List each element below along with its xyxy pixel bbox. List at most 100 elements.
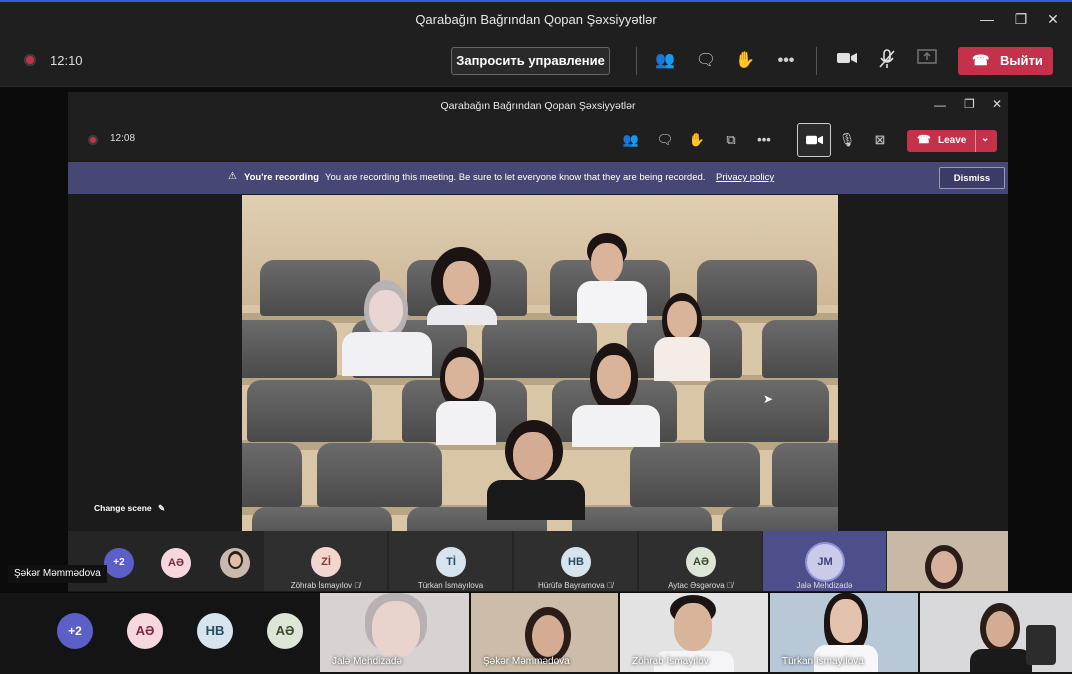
participant-name: Zöhrab İsmayılov 🎙̸ xyxy=(290,581,361,590)
change-scene-label: Change scene xyxy=(94,503,152,513)
inner-raise-hand-icon[interactable]: ✋ xyxy=(684,128,710,152)
inner-recording-dot-icon xyxy=(88,135,98,145)
video-tile[interactable]: Jalə Mehdizadə xyxy=(320,593,469,672)
seat xyxy=(242,320,337,378)
seat xyxy=(704,380,829,442)
leave-button-label: Выйти xyxy=(1000,53,1043,68)
inner-leave-button[interactable]: ☎ Leave ⌄ xyxy=(907,130,997,152)
inner-camera-icon xyxy=(806,135,823,145)
hang-up-icon: ☎ xyxy=(972,52,990,68)
self-video-tile[interactable] xyxy=(887,531,1008,591)
seat xyxy=(242,443,302,507)
participant-tile-active-speaker[interactable]: JM Jalə Mehdizadə xyxy=(763,531,886,591)
participant-initials: Zİ xyxy=(311,547,341,577)
more-options-icon[interactable]: ••• xyxy=(773,49,799,73)
inner-leave-label: Leave xyxy=(938,135,967,146)
participant-name-tooltip: Şəkər Məmmədova xyxy=(8,565,107,583)
seat xyxy=(762,320,838,378)
raise-hand-icon[interactable]: ✋ xyxy=(732,49,758,73)
leave-button[interactable]: ☎ Выйти xyxy=(958,47,1053,75)
overflow-participants-button[interactable]: +2 xyxy=(57,613,93,649)
video-tile-name: Zöhrab İsmayılov xyxy=(632,656,709,667)
chat-icon[interactable]: 🗨 xyxy=(693,49,719,73)
inner-close-icon[interactable]: ✕ xyxy=(992,97,1002,111)
inner-restore-icon[interactable]: ❐ xyxy=(964,97,975,111)
recording-banner: ⚠ You're recording You are recording thi… xyxy=(68,162,1008,194)
overflow-participants-button[interactable]: +2 xyxy=(104,548,134,578)
leave-split-divider xyxy=(975,130,976,152)
participant-avatar: AƏ xyxy=(161,548,191,578)
seat xyxy=(247,380,372,442)
recording-banner-message: You are recording this meeting. Be sure … xyxy=(325,172,706,183)
privacy-policy-link[interactable]: Privacy policy xyxy=(716,172,774,183)
toolbar-divider xyxy=(636,47,637,75)
recording-banner-title: You're recording xyxy=(244,172,319,183)
participant-avatar: HB xyxy=(197,613,233,649)
inner-share-tray-icon[interactable]: ⊠ xyxy=(867,128,893,152)
inner-meeting-toolbar: 12:08 👥 🗨 ✋ ⧉ ••• 🎙 ⊠ ☎ Leave ⌄ xyxy=(68,120,1008,160)
recording-dot-icon xyxy=(24,54,36,66)
participant-initials: HB xyxy=(561,547,591,577)
warning-icon: ⚠ xyxy=(228,171,237,182)
share-screen-icon[interactable] xyxy=(914,49,940,73)
participant-photo-avatar xyxy=(220,548,250,578)
request-control-button[interactable]: Запросить управление xyxy=(451,47,610,75)
seat xyxy=(572,507,712,531)
participants-icon[interactable]: 👥 xyxy=(652,49,678,73)
participant-name: Jalə Mehdizadə xyxy=(796,581,853,590)
meeting-timer: 12:10 xyxy=(50,53,83,68)
seat xyxy=(722,507,838,531)
inner-more-options-icon[interactable]: ••• xyxy=(751,128,777,152)
leave-dropdown-chevron-icon[interactable]: ⌄ xyxy=(981,133,989,144)
participant-gallery-strip: +2 AƏ Zİ Zöhrab İsmayılov 🎙̸ Tİ Türkan İ… xyxy=(68,531,1008,591)
inner-rooms-icon[interactable]: ⧉ xyxy=(718,128,744,152)
video-tile[interactable]: Zöhrab İsmayılov xyxy=(620,593,768,672)
participant-initials: AƏ xyxy=(686,547,716,577)
participant-tile[interactable]: Tİ Türkan İsmayılova xyxy=(389,531,512,591)
restore-icon[interactable]: ❐ xyxy=(1006,8,1036,30)
camera-icon[interactable] xyxy=(834,49,860,73)
inner-mic-icon[interactable]: 🎙 xyxy=(834,128,860,152)
seat xyxy=(482,320,597,378)
participant-initials: Tİ xyxy=(436,547,466,577)
outer-video-strip: +2 AƏ HB AƏ Jalə Mehdizadə Şəkər Məmmədo… xyxy=(0,593,1072,674)
outer-window-title: Qarabağın Bağrından Qopan Şəxsiyyətlər xyxy=(415,12,657,27)
participant-tile[interactable]: AƏ Aytac Əsgərova 🎙̸ xyxy=(639,531,762,591)
video-tile-name: Jalə Mehdizadə xyxy=(332,656,403,667)
minimize-icon[interactable]: — xyxy=(972,8,1002,30)
participant-initials: JM xyxy=(807,544,843,580)
inner-title-bar: Qarabağın Bağrından Qopan Şəxsiyyətlər —… xyxy=(68,92,1008,120)
video-tile[interactable]: Şəkər Məmmədova xyxy=(471,593,618,672)
outer-meeting-toolbar: 12:10 Запросить управление 👥 🗨 ✋ ••• ☎ В… xyxy=(0,36,1072,87)
seat xyxy=(772,443,838,507)
seat xyxy=(260,260,380,316)
seat xyxy=(317,443,442,507)
mic-muted-icon: 🎙̸ xyxy=(354,581,361,590)
participant-name: Türkan İsmayılova xyxy=(417,581,484,590)
video-tile-name: Türkan İsmayılova xyxy=(782,656,864,667)
mic-muted-icon: 🎙̸ xyxy=(726,581,733,590)
inner-window-title: Qarabağın Bağrından Qopan Şəxsiyyətlər xyxy=(440,100,636,112)
inner-participants-icon[interactable]: 👥 xyxy=(618,128,644,152)
inner-chat-icon[interactable]: 🗨 xyxy=(652,128,678,152)
seat xyxy=(252,507,392,531)
video-tile[interactable]: Türkan İsmayılova xyxy=(770,593,918,672)
participant-tile[interactable]: HB Hürüfə Bayramova 🎙̸ xyxy=(514,531,637,591)
change-scene-button[interactable]: Change scene ✎ xyxy=(94,503,165,514)
inner-camera-button[interactable] xyxy=(797,123,831,157)
inner-meeting-timer: 12:08 xyxy=(110,133,136,144)
mic-muted-icon[interactable] xyxy=(874,49,900,73)
dismiss-button[interactable]: Dismiss xyxy=(939,167,1005,189)
video-tile[interactable] xyxy=(920,593,1072,672)
seat xyxy=(630,443,760,507)
close-icon[interactable]: ✕ xyxy=(1038,8,1068,30)
participant-avatar: AƏ xyxy=(267,613,303,649)
participant-name: Hürüfə Bayramova 🎙̸ xyxy=(538,581,613,590)
together-mode-scene xyxy=(242,195,838,531)
pencil-icon: ✎ xyxy=(158,503,166,513)
outer-title-bar: Qarabağın Bağrından Qopan Şəxsiyyətlər —… xyxy=(0,0,1072,36)
participant-tile[interactable]: Zİ Zöhrab İsmayılov 🎙̸ xyxy=(264,531,387,591)
toolbar-divider xyxy=(816,47,817,75)
mouse-cursor-icon: ➤ xyxy=(763,392,774,406)
inner-minimize-icon[interactable]: — xyxy=(934,98,946,112)
